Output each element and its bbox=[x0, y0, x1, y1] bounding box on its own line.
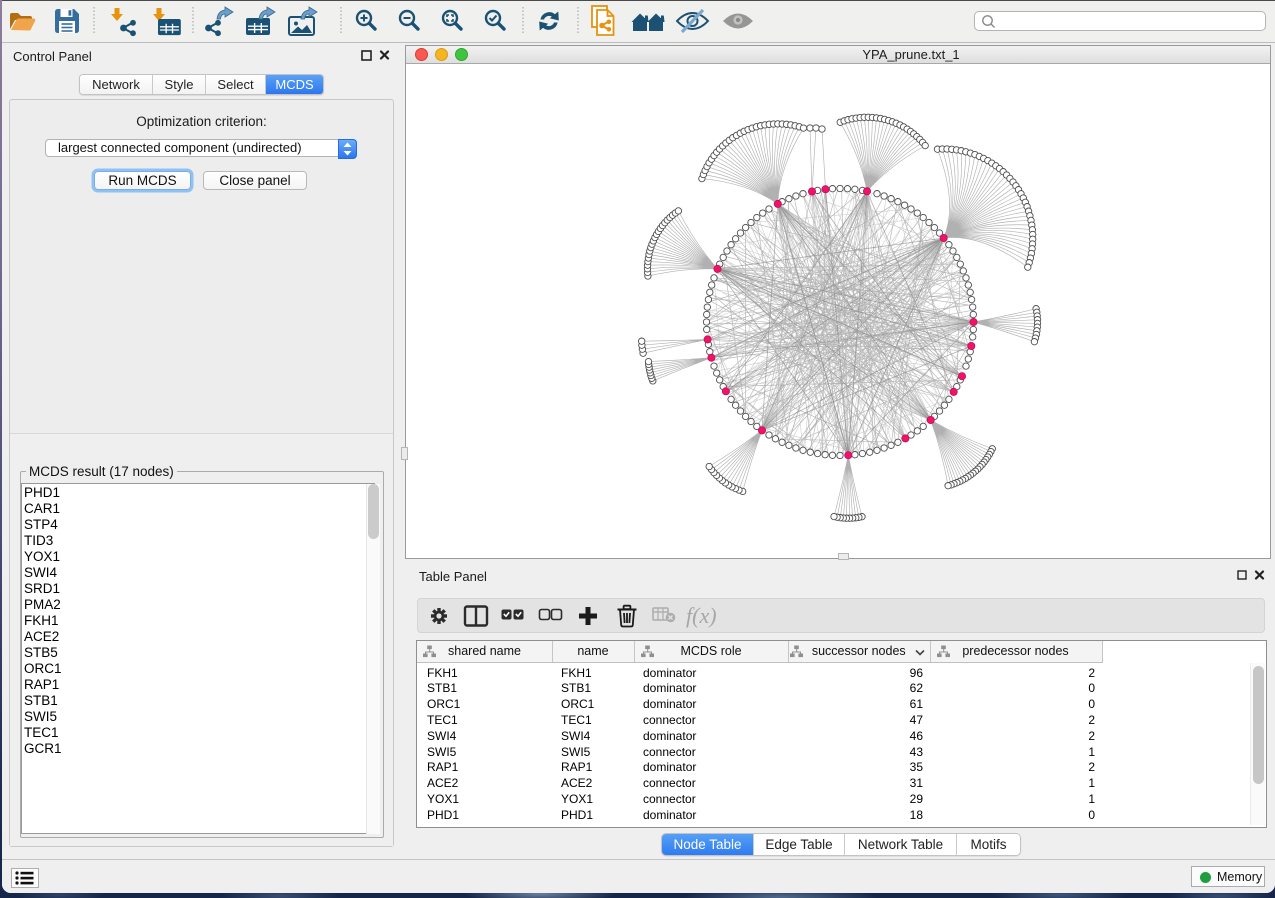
svg-text:f(x): f(x) bbox=[686, 603, 717, 628]
